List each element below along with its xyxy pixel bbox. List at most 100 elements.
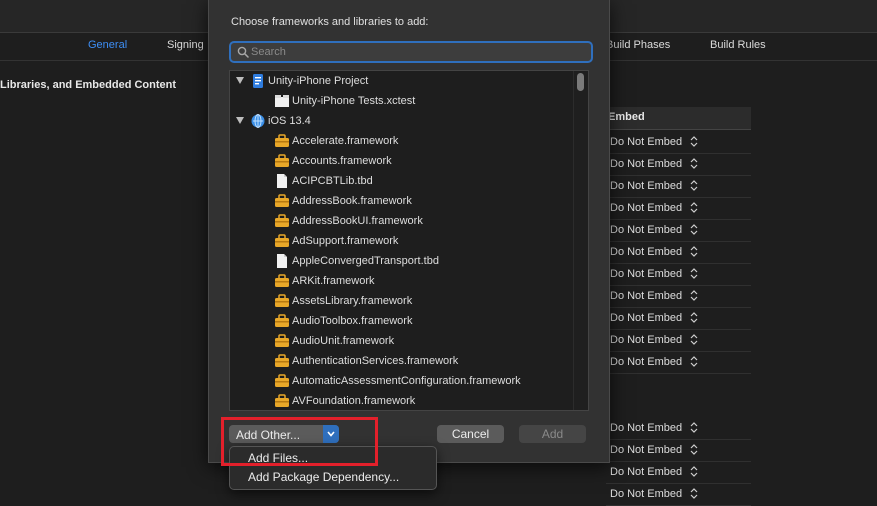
list-item[interactable]: AddressBookUI.framework <box>230 211 570 231</box>
list-item-label: AppleConvergedTransport.tbd <box>292 255 439 267</box>
list-item-label: AutomaticAssessmentConfiguration.framewo… <box>292 375 521 387</box>
disclosure-triangle-icon[interactable] <box>236 117 244 124</box>
sheet-title: Choose frameworks and libraries to add: <box>231 16 429 28</box>
section-title: Libraries, and Embedded Content <box>0 79 177 91</box>
embed-popup-label: Do Not Embed <box>610 422 683 434</box>
up-down-arrows-icon <box>690 466 698 477</box>
list-item[interactable]: AutomaticAssessmentConfiguration.framewo… <box>230 371 570 391</box>
list-item[interactable]: AudioToolbox.framework <box>230 311 570 331</box>
embed-popup-label: Do Not Embed <box>610 224 683 236</box>
list-item-label: AddressBookUI.framework <box>292 215 423 227</box>
list-item-label: iOS 13.4 <box>268 115 311 127</box>
embed-popup-label: Do Not Embed <box>610 290 683 302</box>
framework-icon <box>274 131 290 151</box>
embed-popup[interactable]: Do Not Embed <box>606 285 751 308</box>
list-item-label: AddressBook.framework <box>292 195 412 207</box>
framework-icon <box>274 311 290 331</box>
cancel-button[interactable]: Cancel <box>437 425 504 443</box>
menu-item-add-package-dependency[interactable]: Add Package Dependency... <box>248 470 399 484</box>
project-icon <box>250 71 266 91</box>
embed-popup[interactable]: Do Not Embed <box>606 351 751 374</box>
add-frameworks-sheet: Choose frameworks and libraries to add: … <box>208 0 610 463</box>
embed-popup-label: Do Not Embed <box>610 136 683 148</box>
framework-list[interactable]: Unity-iPhone Project Unity-iPhone Tests.x… <box>229 70 589 411</box>
embed-popup[interactable]: Do Not Embed <box>606 417 751 440</box>
search-icon <box>237 46 249 58</box>
disclosure-triangle-icon[interactable] <box>236 77 244 84</box>
bundle-icon <box>274 91 290 111</box>
framework-icon <box>274 271 290 291</box>
list-item[interactable]: Unity-iPhone Project <box>230 71 570 91</box>
tab-signing[interactable]: Signing <box>167 39 204 51</box>
up-down-arrows-icon <box>690 246 698 257</box>
list-item[interactable]: AddressBook.framework <box>230 191 570 211</box>
list-item-label: Unity-iPhone Tests.xctest <box>292 95 416 107</box>
embed-popup-label: Do Not Embed <box>610 466 683 478</box>
framework-icon <box>274 371 290 391</box>
add-button[interactable]: Add <box>519 425 586 443</box>
search-field[interactable] <box>229 41 593 63</box>
list-item-label: Unity-iPhone Project <box>268 75 369 87</box>
list-item-label: AudioUnit.framework <box>292 335 395 347</box>
list-item-label: AssetsLibrary.framework <box>292 295 413 307</box>
framework-icon <box>274 151 290 171</box>
embed-popup[interactable]: Do Not Embed <box>606 439 751 462</box>
framework-icon <box>274 331 290 351</box>
file-icon <box>274 251 290 271</box>
embed-popup[interactable]: Do Not Embed <box>606 263 751 286</box>
embed-popup-label: Do Not Embed <box>610 334 683 346</box>
annotation-highlight-box <box>221 417 378 466</box>
framework-icon <box>274 351 290 371</box>
list-item-label: ACIPCBTLib.tbd <box>292 175 373 187</box>
up-down-arrows-icon <box>690 312 698 323</box>
embed-popup[interactable]: Do Not Embed <box>606 175 751 198</box>
list-item[interactable]: Accounts.framework <box>230 151 570 171</box>
list-item[interactable]: ARKit.framework <box>230 271 570 291</box>
list-item-label: AdSupport.framework <box>292 235 399 247</box>
sdk-icon <box>250 111 266 131</box>
embed-popup-label: Do Not Embed <box>610 246 683 258</box>
list-item[interactable]: AssetsLibrary.framework <box>230 291 570 311</box>
list-item[interactable]: AuthenticationServices.framework <box>230 351 570 371</box>
list-item[interactable]: AppleConvergedTransport.tbd <box>230 251 570 271</box>
up-down-arrows-icon <box>690 444 698 455</box>
embed-popup-label: Do Not Embed <box>610 158 683 170</box>
list-item[interactable]: Unity-iPhone Tests.xctest <box>230 91 570 111</box>
tab-build-phases[interactable]: Build Phases <box>606 39 670 51</box>
tab-build-rules[interactable]: Build Rules <box>710 39 766 51</box>
search-input[interactable] <box>251 44 581 59</box>
embed-popup-label: Do Not Embed <box>610 268 683 280</box>
framework-icon <box>274 231 290 251</box>
embed-popup-label: Do Not Embed <box>610 180 683 192</box>
embed-popup[interactable]: Do Not Embed <box>606 483 751 506</box>
list-item[interactable]: AudioUnit.framework <box>230 331 570 351</box>
tab-general[interactable]: General <box>88 39 127 51</box>
embed-popup[interactable]: Do Not Embed <box>606 329 751 352</box>
embed-popup[interactable]: Do Not Embed <box>606 219 751 242</box>
up-down-arrows-icon <box>690 180 698 191</box>
embed-popup[interactable]: Do Not Embed <box>606 153 751 176</box>
up-down-arrows-icon <box>690 356 698 367</box>
up-down-arrows-icon <box>690 268 698 279</box>
list-item[interactable]: Accelerate.framework <box>230 131 570 151</box>
embed-popup[interactable]: Do Not Embed <box>606 241 751 264</box>
list-item[interactable]: AdSupport.framework <box>230 231 570 251</box>
vertical-scrollbar[interactable] <box>573 71 588 410</box>
list-item-label: AudioToolbox.framework <box>292 315 413 327</box>
scrollbar-thumb[interactable] <box>577 73 584 91</box>
list-item[interactable]: AVFoundation.framework <box>230 391 570 410</box>
embed-popup[interactable]: Do Not Embed <box>606 461 751 484</box>
list-item-label: Accelerate.framework <box>292 135 399 147</box>
list-item[interactable]: iOS 13.4 <box>230 111 570 131</box>
up-down-arrows-icon <box>690 202 698 213</box>
list-item[interactable]: ACIPCBTLib.tbd <box>230 171 570 191</box>
list-item-label: AuthenticationServices.framework <box>292 355 459 367</box>
list-item-label: AVFoundation.framework <box>292 395 416 407</box>
embed-popup[interactable]: Do Not Embed <box>606 131 751 154</box>
embed-popup-label: Do Not Embed <box>610 312 683 324</box>
embed-header-label: Embed <box>608 111 645 123</box>
embed-popup[interactable]: Do Not Embed <box>606 197 751 220</box>
framework-icon <box>274 391 290 410</box>
embed-popup[interactable]: Do Not Embed <box>606 307 751 330</box>
embed-popup-label: Do Not Embed <box>610 202 683 214</box>
